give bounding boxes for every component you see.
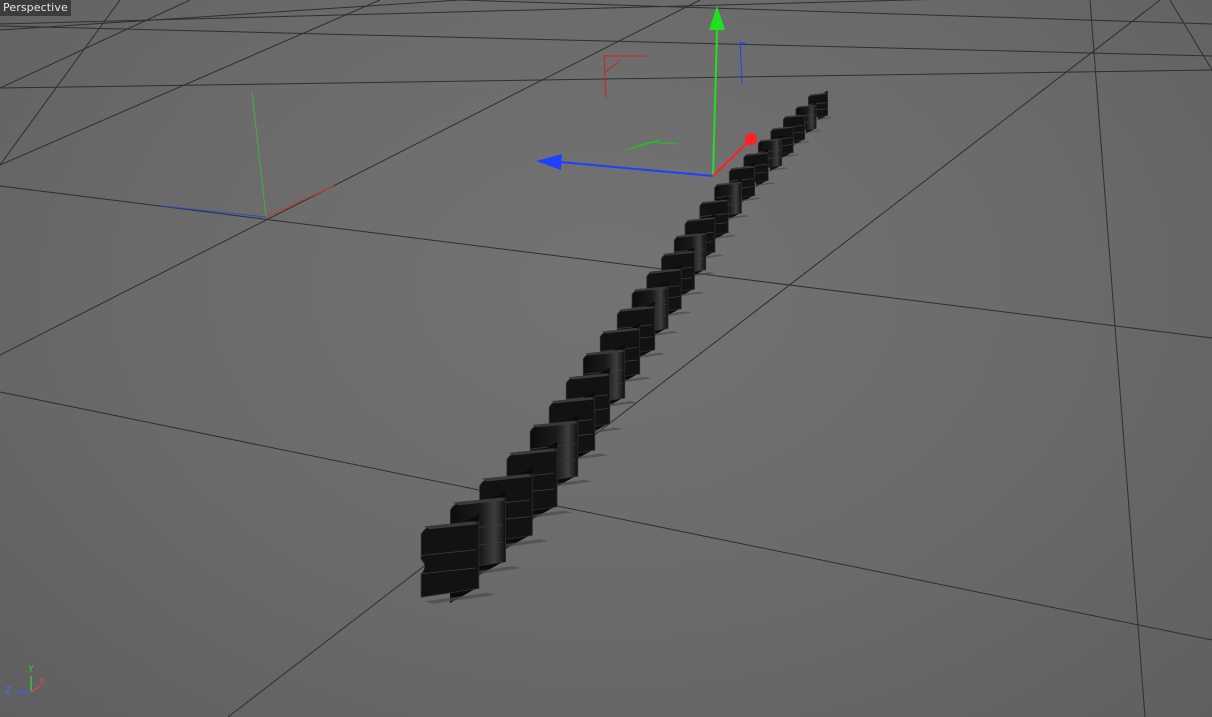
axis-x-label: X bbox=[39, 677, 46, 687]
gizmo-xy-plane[interactable] bbox=[603, 55, 646, 99]
axis-indicator bbox=[14, 676, 41, 693]
viewport-scene[interactable] bbox=[0, 0, 1212, 717]
gizmo-y-arrow[interactable] bbox=[709, 6, 725, 30]
viewport-view-label[interactable]: Perspective bbox=[0, 0, 71, 16]
gizmo-z-arrow[interactable] bbox=[536, 154, 562, 170]
move-gizmo[interactable] bbox=[536, 6, 757, 177]
gizmo-zy-plane[interactable] bbox=[739, 41, 747, 85]
gizmo-xz-plane[interactable] bbox=[625, 141, 679, 151]
gizmo-y-axis[interactable] bbox=[712, 29, 718, 177]
world-origin-axes bbox=[161, 91, 335, 218]
axis-z-label: Z bbox=[5, 686, 12, 696]
gizmo-z-axis[interactable] bbox=[559, 161, 714, 177]
gizmo-x-handle[interactable] bbox=[745, 133, 757, 145]
3d-viewport[interactable]: Perspective Y X Z bbox=[0, 0, 1212, 717]
axis-y-label: Y bbox=[28, 665, 34, 675]
